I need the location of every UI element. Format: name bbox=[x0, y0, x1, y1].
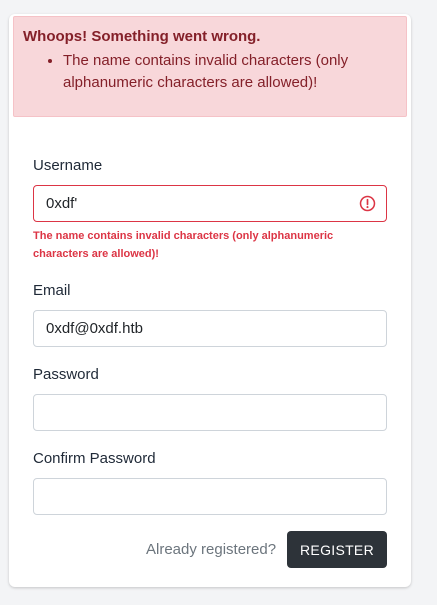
email-label: Email bbox=[33, 282, 71, 299]
username-label: Username bbox=[33, 157, 103, 174]
alert-message-list: The name contains invalid characters (on… bbox=[23, 50, 397, 94]
confirm-password-input[interactable] bbox=[33, 478, 387, 515]
password-label: Password bbox=[33, 366, 99, 383]
username-input[interactable] bbox=[33, 185, 387, 222]
confirm-password-label: Confirm Password bbox=[33, 450, 156, 467]
exclamation-circle-icon bbox=[359, 195, 376, 212]
error-alert: Whoops! Something went wrong. The name c… bbox=[13, 16, 407, 117]
alert-message: The name contains invalid characters (on… bbox=[63, 50, 397, 94]
password-input[interactable] bbox=[33, 394, 387, 431]
register-button[interactable]: REGISTER bbox=[287, 531, 387, 568]
email-input[interactable] bbox=[33, 310, 387, 347]
already-registered-link[interactable]: Already registered? bbox=[146, 541, 276, 558]
username-error: The name contains invalid characters (on… bbox=[33, 230, 334, 260]
alert-title: Whoops! Something went wrong. bbox=[23, 28, 261, 45]
